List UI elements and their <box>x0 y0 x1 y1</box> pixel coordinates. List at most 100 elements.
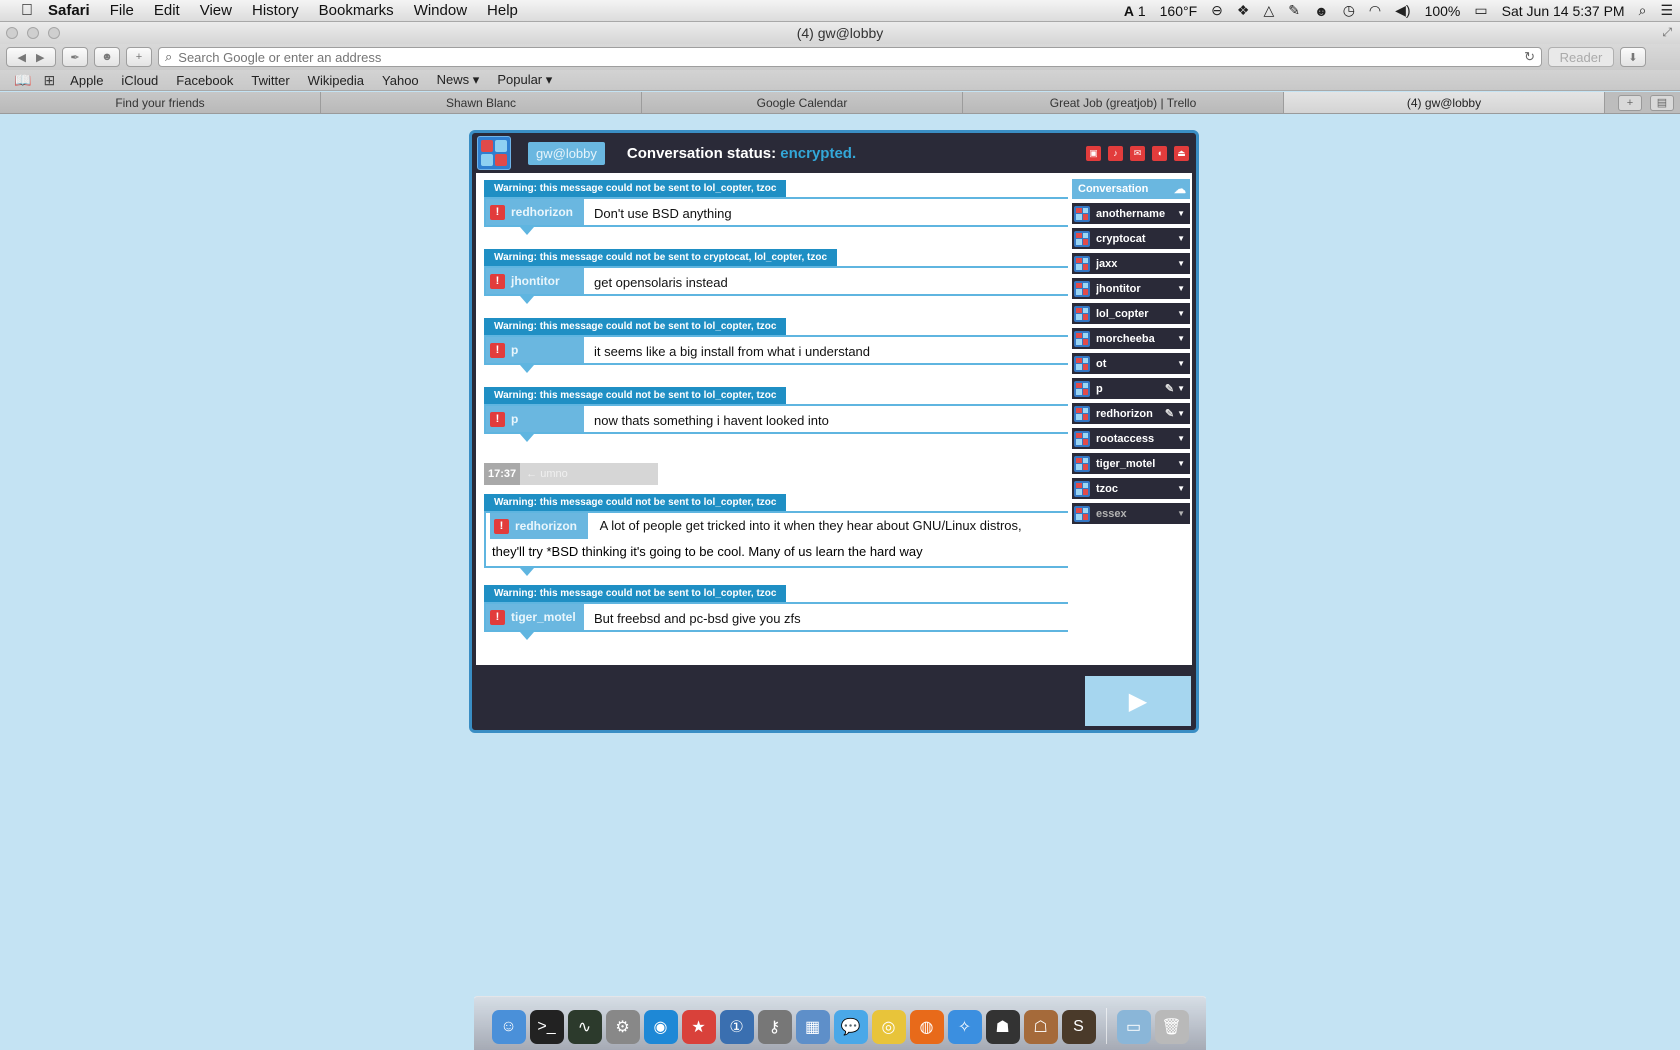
buddy-conversation-header[interactable]: Conversation ☁ <box>1072 179 1190 199</box>
tab-cryptocat[interactable]: (4) gw@lobby <box>1284 92 1605 113</box>
buddy-item[interactable]: jhontitor ▼ <box>1072 278 1190 299</box>
time-machine-icon[interactable]: ◷ <box>1336 2 1362 19</box>
buddy-item[interactable]: tiger_motel ▼ <box>1072 453 1190 474</box>
menu-app-safari[interactable]: Safari <box>38 2 100 19</box>
menu-edit[interactable]: Edit <box>144 2 190 19</box>
buddy-item[interactable]: ot ▼ <box>1072 353 1190 374</box>
finder-icon[interactable]: ☺ <box>491 1010 526 1044</box>
chevron-down-icon[interactable]: ▼ <box>1177 509 1185 518</box>
cyberduck-icon[interactable]: ☖ <box>1023 1010 1058 1044</box>
menu-history[interactable]: History <box>242 2 309 19</box>
audio-icon[interactable]: ♪ <box>1108 145 1123 161</box>
menu-help[interactable]: Help <box>477 2 528 19</box>
tweetbot-icon[interactable]: ◉ <box>643 1010 678 1044</box>
volume-icon[interactable]: ◀) <box>1388 2 1417 19</box>
menu-bookmarks[interactable]: Bookmarks <box>309 2 404 19</box>
battery-status[interactable]: 100% <box>1418 3 1468 19</box>
forward-icon[interactable]: ▶ <box>36 51 44 64</box>
chevron-down-icon[interactable]: ▼ <box>1177 384 1185 393</box>
nick-badge[interactable]: gw@lobby <box>528 141 605 165</box>
message-sender[interactable]: ! p <box>486 337 584 363</box>
bookmark-twitter[interactable]: Twitter <box>242 73 298 88</box>
terminal-icon[interactable]: >_ <box>529 1010 564 1044</box>
adobe-status[interactable]: A 1 <box>1117 3 1153 19</box>
address-bar[interactable]: ⌕ ↻ <box>158 47 1542 67</box>
sublime-icon[interactable]: S <box>1061 1010 1096 1044</box>
menu-file[interactable]: File <box>100 2 144 19</box>
buddy-item[interactable]: anothername ▼ <box>1072 203 1190 224</box>
buddy-item-away[interactable]: essex ▼ <box>1072 503 1190 524</box>
chevron-down-icon[interactable]: ▼ <box>1177 309 1185 318</box>
cryptocat-icon[interactable]: ☗ <box>985 1010 1020 1044</box>
bookmark-popular[interactable]: Popular ▾ <box>488 72 561 88</box>
notifications-icon[interactable]: ✉ <box>1130 145 1145 161</box>
buddy-item[interactable]: p ✎ ▼ <box>1072 378 1190 399</box>
dropbox-icon[interactable]: ❖ <box>1230 2 1257 19</box>
tab-find-your-friends[interactable]: Find your friends <box>0 92 321 113</box>
buddy-item[interactable]: tzoc ▼ <box>1072 478 1190 499</box>
menu-window[interactable]: Window <box>404 2 477 19</box>
firefox-icon[interactable]: ◍ <box>909 1010 944 1044</box>
chevron-down-icon[interactable]: ▼ <box>1177 209 1185 218</box>
message-input[interactable] <box>476 676 1077 724</box>
chevron-down-icon[interactable]: ▼ <box>1177 484 1185 493</box>
message-sender[interactable]: ! tiger_motel <box>486 604 584 630</box>
menu-view[interactable]: View <box>190 2 242 19</box>
chevron-down-icon[interactable]: ▼ <box>1177 359 1185 368</box>
chevron-down-icon[interactable]: ▼ <box>1177 284 1185 293</box>
message-sender[interactable]: ! redhorizon <box>486 199 584 225</box>
add-tab-icon[interactable]: + <box>1618 94 1642 111</box>
temperature-readout[interactable]: 160°F <box>1153 3 1205 19</box>
extension-button[interactable]: ✒ <box>62 47 88 67</box>
buddy-item[interactable]: cryptocat ▼ <box>1072 228 1190 249</box>
reading-list-icon[interactable]: 📖 <box>8 72 37 89</box>
fullscreen-icon[interactable]: ⤢ <box>1662 25 1672 40</box>
bookmark-news[interactable]: News ▾ <box>428 72 489 88</box>
reload-icon[interactable]: ↻ <box>1524 49 1535 65</box>
message-sender[interactable]: ! redhorizon <box>490 513 588 539</box>
notification-center-icon[interactable]: ☰ <box>1653 2 1680 19</box>
chevron-down-icon[interactable]: ▼ <box>1177 259 1185 268</box>
chevron-down-icon[interactable]: ▼ <box>1177 459 1185 468</box>
apple-menu-icon[interactable]:  <box>16 2 38 20</box>
activity-monitor-icon[interactable]: ∿ <box>567 1010 602 1044</box>
extension-button-2[interactable]: ☻ <box>94 47 120 67</box>
buddy-item[interactable]: rootaccess ▼ <box>1072 428 1190 449</box>
chevron-down-icon[interactable]: ▼ <box>1177 334 1185 343</box>
bookmark-apple[interactable]: Apple <box>61 73 112 88</box>
tab-trello[interactable]: Great Job (greatjob) | Trello <box>963 92 1284 113</box>
buddy-item[interactable]: morcheeba ▼ <box>1072 328 1190 349</box>
bookmark-wikipedia[interactable]: Wikipedia <box>299 73 373 88</box>
messages-icon[interactable]: 💬 <box>833 1010 868 1044</box>
1password-icon[interactable]: ① <box>719 1010 754 1044</box>
send-button[interactable]: ▶ <box>1085 676 1191 726</box>
wifi-icon[interactable]: ◠ <box>1362 2 1388 19</box>
system-preferences-icon[interactable]: ⚙ <box>605 1010 640 1044</box>
address-input[interactable] <box>178 49 1525 65</box>
pen-icon[interactable]: ✎ <box>1281 2 1307 19</box>
safari-icon[interactable]: ✧ <box>947 1010 982 1044</box>
tab-shawn-blanc[interactable]: Shawn Blanc <box>321 92 642 113</box>
bookmark-icloud[interactable]: iCloud <box>112 73 167 88</box>
buddy-item[interactable]: lol_copter ▼ <box>1072 303 1190 324</box>
logout-icon[interactable]: ⏏ <box>1174 145 1189 161</box>
keychain-icon[interactable]: ⚷ <box>757 1010 792 1044</box>
spotlight-icon[interactable]: ⌕ <box>1632 2 1654 19</box>
tab-google-calendar[interactable]: Google Calendar <box>642 92 963 113</box>
chevron-down-icon[interactable]: ▼ <box>1177 434 1185 443</box>
bookmark-facebook[interactable]: Facebook <box>167 73 242 88</box>
back-icon[interactable]: ◀ <box>18 51 26 64</box>
downloads-folder-icon[interactable]: ▭ <box>1116 1010 1151 1044</box>
owl-icon[interactable]: ☻ <box>1307 3 1336 19</box>
bookmark-yahoo[interactable]: Yahoo <box>373 73 428 88</box>
google-drive-icon[interactable]: △ <box>1256 2 1281 19</box>
downloads-button[interactable]: ⬇ <box>1620 47 1646 67</box>
file-icon[interactable]: ▣ <box>1086 145 1101 161</box>
sync-icon[interactable]: ⊖ <box>1204 2 1230 19</box>
clock[interactable]: Sat Jun 14 5:37 PM <box>1495 3 1632 19</box>
tab-overview-icon[interactable]: ▤ <box>1650 94 1674 111</box>
trash-icon[interactable]: 🗑 <box>1154 1010 1189 1044</box>
chrome-icon[interactable]: ◎ <box>871 1010 906 1044</box>
new-tab-button[interactable]: + <box>126 47 152 67</box>
reader-button[interactable]: Reader <box>1548 47 1614 67</box>
